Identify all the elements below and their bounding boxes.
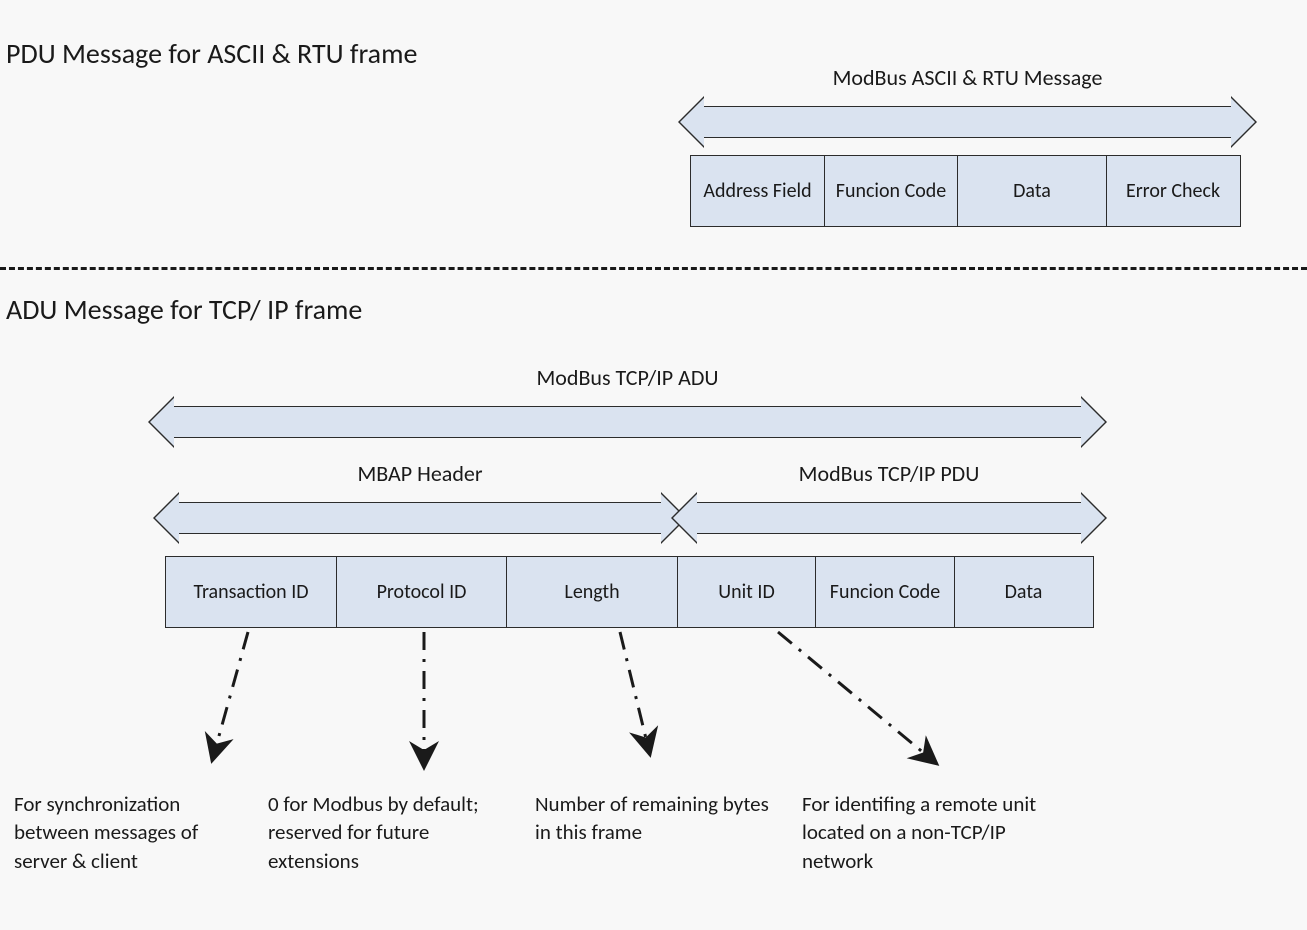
cell-length: Length — [506, 556, 678, 628]
cell-protocol-id: Protocol ID — [336, 556, 508, 628]
cell-function-code-tcp: Funcion Code — [815, 556, 955, 628]
adu-arrow-label: ModBus TCP/IP ADU — [160, 364, 1095, 391]
note-unit: For identifing a remote unit located on … — [802, 790, 1052, 875]
adu-arrow — [160, 396, 1095, 448]
callout-line-length — [620, 632, 650, 755]
note-protocol: 0 for Modbus by default; reserved for fu… — [268, 790, 518, 875]
cell-address-field: Address Field — [690, 155, 825, 227]
cell-data-rtu: Data — [957, 155, 1107, 227]
ascii-rtu-arrow-label: ModBus ASCII & RTU Message — [690, 64, 1245, 91]
note-length: Number of remaining bytes in this frame — [535, 790, 785, 847]
section-divider — [0, 267, 1307, 270]
cell-unit-id: Unit ID — [677, 556, 817, 628]
pdu-cells: Address Field Funcion Code Data Error Ch… — [690, 155, 1241, 227]
cell-data-tcp: Data — [954, 556, 1094, 628]
note-transaction: For synchronization between messages of … — [14, 790, 254, 875]
mbap-arrow-label: MBAP Header — [165, 460, 675, 487]
pdu-arrow-label: ModBus TCP/IP PDU — [683, 460, 1095, 487]
adu-cells: Transaction ID Protocol ID Length Unit I… — [165, 556, 1094, 628]
callout-line-unit — [778, 632, 937, 764]
pdu-heading: PDU Message for ASCII & RTU frame — [6, 36, 417, 71]
mbap-arrow — [165, 492, 675, 544]
pdu-arrow — [683, 492, 1095, 544]
callout-line-transaction — [212, 632, 248, 761]
adu-heading: ADU Message for TCP/ IP frame — [6, 292, 362, 327]
cell-function-code-rtu: Funcion Code — [824, 155, 959, 227]
cell-error-check: Error Check — [1106, 155, 1241, 227]
cell-transaction-id: Transaction ID — [165, 556, 337, 628]
ascii-rtu-arrow — [690, 96, 1245, 148]
